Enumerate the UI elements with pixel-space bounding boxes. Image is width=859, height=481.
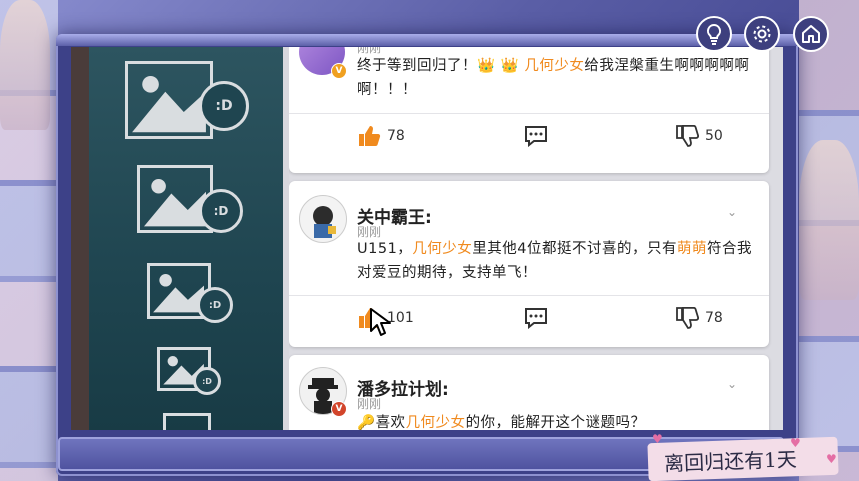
post-card: V 潘多拉计划: 刚刚 ⌄ 🔑喜欢几何少女的你，能解开这个谜题吗？ (289, 355, 769, 430)
text-segment: 终于等到回归了！ (357, 58, 477, 74)
dislike-button[interactable]: 78 (675, 307, 723, 329)
smiley-icon: :D (193, 367, 221, 395)
verified-badge-icon: V (331, 63, 347, 79)
background-character-left (0, 0, 50, 130)
countdown-text: 离回归还有1天 (663, 446, 798, 476)
gear-icon (753, 25, 771, 43)
image-gallery[interactable]: :D :D :D :D (89, 47, 283, 430)
post-card: 关中霸王: 刚刚 ⌄ U151，几何少女里其他4位都挺不讨喜的，只有萌萌符合我对… (289, 181, 769, 347)
post-time: 刚刚 (357, 397, 382, 411)
hint-button[interactable] (696, 16, 732, 52)
post-text: 终于等到回归了！👑 👑 几何少女给我涅槃重生啊啊啊啊啊啊！！！ (357, 54, 757, 102)
text-segment: 的你，能解开这个谜题吗？ (465, 415, 646, 430)
like-button[interactable]: 78 (357, 125, 405, 147)
key-emoji: 🔑 (357, 415, 376, 430)
thumbs-up-icon (359, 126, 381, 146)
crown-emoji: 👑 (500, 58, 520, 74)
divider (289, 295, 769, 296)
thumbs-down-icon (676, 307, 699, 329)
smiley-icon: :D (199, 189, 243, 233)
comment-icon (525, 308, 547, 329)
text-segment: 里其他4位都挺不讨喜的，只有 (472, 241, 678, 257)
comment-icon (525, 126, 547, 147)
comment-button[interactable] (524, 307, 548, 329)
social-feed[interactable]: V 刚刚 终于等到回归了！👑 👑 几何少女给我涅槃重生啊啊啊啊啊啊！！！ 78 … (289, 47, 783, 430)
text-segment: U151， (357, 241, 413, 257)
divider (289, 113, 769, 114)
hashtag-group-name[interactable]: 几何少女 (406, 415, 466, 430)
lightbulb-icon (706, 23, 722, 45)
screen-edge (71, 47, 89, 430)
hashtag-member-name[interactable]: 萌萌 (677, 241, 707, 257)
verified-badge-icon: V (331, 401, 347, 417)
frame-shine (56, 34, 798, 46)
chevron-down-icon[interactable]: ⌄ (727, 377, 737, 391)
like-count: 78 (387, 128, 405, 144)
home-button[interactable] (793, 16, 829, 52)
heart-icon: ♥ (652, 432, 663, 446)
crown-emoji: 👑 (477, 58, 496, 74)
hashtag-group-name[interactable]: 几何少女 (524, 58, 584, 74)
text-segment: 喜欢 (375, 415, 406, 430)
avatar[interactable] (299, 195, 347, 243)
dislike-count: 78 (705, 310, 723, 326)
post-text: 🔑喜欢几何少女的你，能解开这个谜题吗？ (357, 411, 757, 430)
post-text: U151，几何少女里其他4位都挺不讨喜的，只有萌萌符合我对爱豆的期待，支持单飞！ (357, 237, 757, 285)
post-card: V 刚刚 终于等到回归了！👑 👑 几何少女给我涅槃重生啊啊啊啊啊啊！！！ 78 … (289, 47, 769, 173)
dislike-button[interactable]: 50 (675, 125, 723, 147)
chevron-down-icon[interactable]: ⌄ (727, 205, 737, 219)
heart-icon: ♥ (826, 452, 837, 466)
settings-button[interactable] (744, 16, 780, 52)
smiley-icon: :D (199, 81, 249, 131)
background-character-right (799, 140, 859, 300)
smiley-icon: :D (197, 287, 233, 323)
dislike-count: 50 (705, 128, 723, 144)
heart-icon: ♥ (790, 436, 801, 450)
comeback-countdown: 离回归还有1天 (647, 436, 839, 481)
mouse-cursor-icon (370, 308, 391, 336)
home-icon (802, 25, 820, 43)
hashtag-group-name[interactable]: 几何少女 (412, 241, 472, 257)
image-placeholder-icon[interactable] (163, 413, 211, 430)
comment-button[interactable] (524, 125, 548, 147)
thumbs-down-icon (676, 125, 699, 147)
